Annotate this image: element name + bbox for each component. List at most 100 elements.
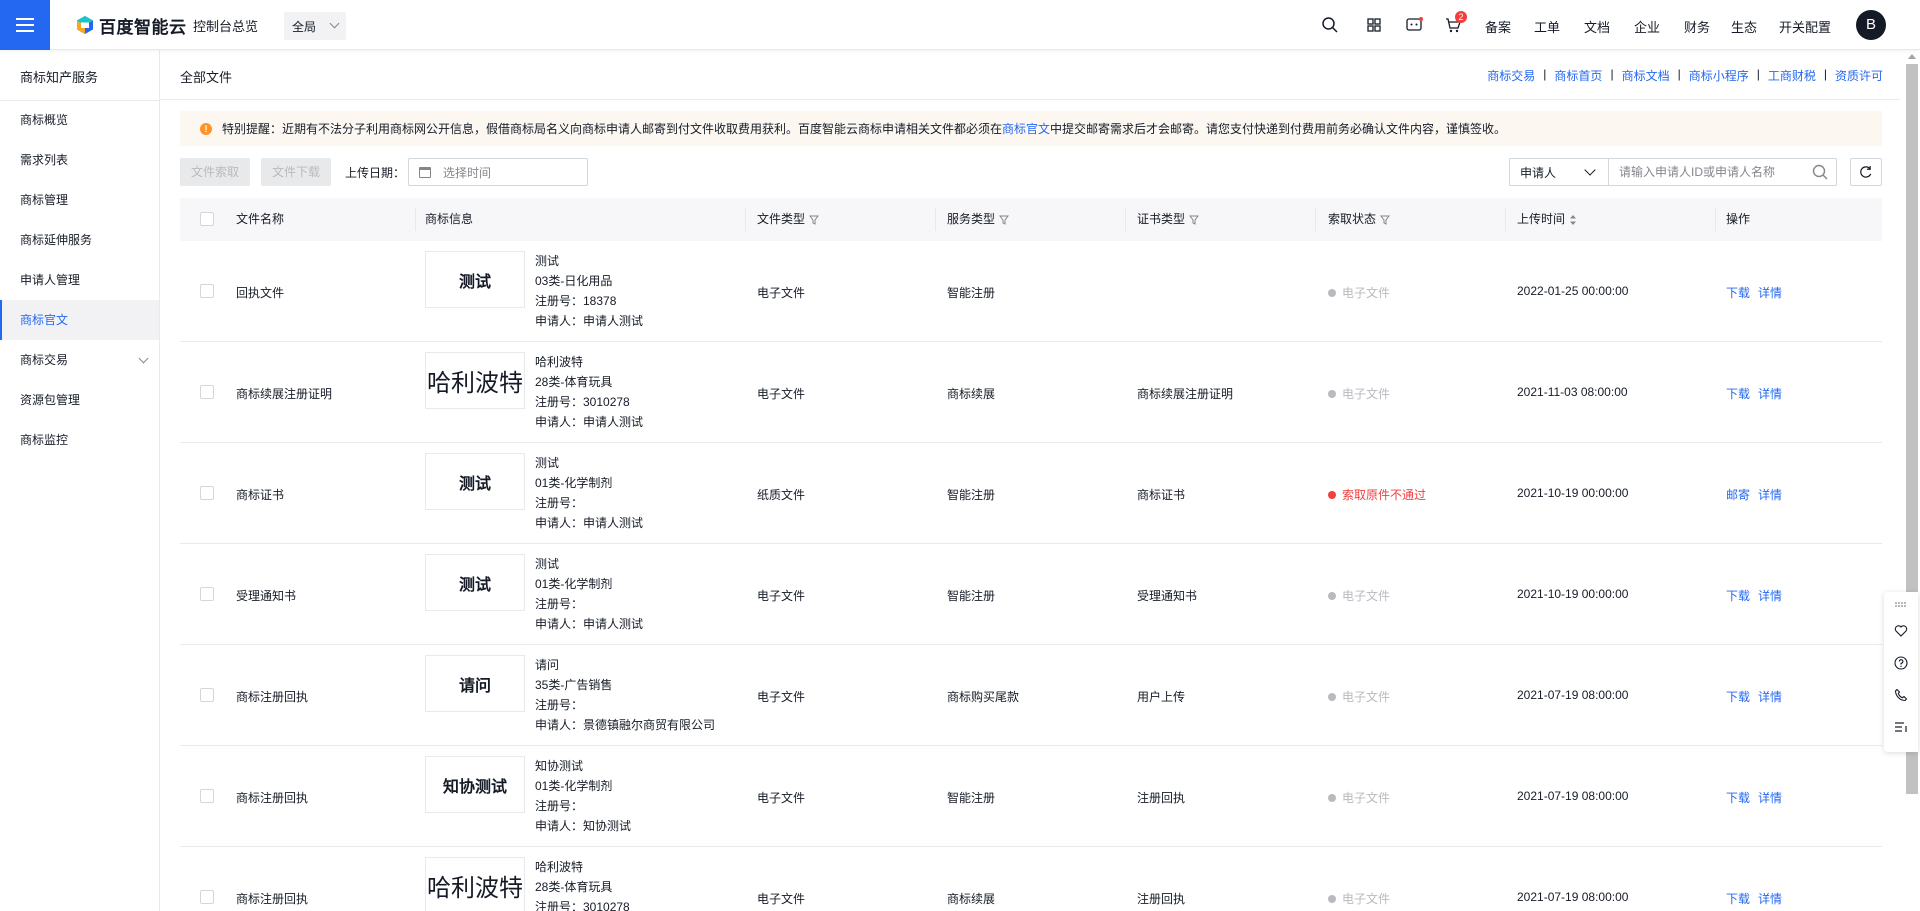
details-link[interactable]: 详情 <box>1758 789 1782 806</box>
table-row: 商标注册回执 哈利波特 哈利波特 28类-体育玩具 注册号：3010278 电子… <box>180 847 1882 911</box>
details-link[interactable]: 详情 <box>1758 890 1782 907</box>
help-icon[interactable] <box>1894 656 1908 670</box>
cart-badge: 2 <box>1455 11 1467 23</box>
date-picker[interactable]: 选择时间 <box>408 158 588 186</box>
primary-action-link[interactable]: 下载 <box>1726 284 1750 301</box>
nav-ecosystem[interactable]: 生态 <box>1731 17 1757 36</box>
heart-icon[interactable] <box>1894 624 1908 638</box>
sidebar-item-trademark-monitoring[interactable]: 商标监控 <box>0 420 159 460</box>
row-checkbox[interactable] <box>200 587 214 601</box>
sidebar-item-resource-packages[interactable]: 资源包管理 <box>0 380 159 420</box>
primary-action-link[interactable]: 下载 <box>1726 385 1750 402</box>
column-header-retrieval-status[interactable]: 索取状态 <box>1328 198 1391 241</box>
column-label: 证书类型 <box>1137 212 1186 226</box>
details-link[interactable]: 详情 <box>1758 587 1782 604</box>
certificate-type: 注册回执 <box>1137 892 1186 906</box>
drag-handle-icon[interactable] <box>1894 598 1908 612</box>
sidebar-item-applicant-management[interactable]: 申请人管理 <box>0 260 159 300</box>
retrieve-file-button[interactable]: 文件索取 <box>180 158 251 186</box>
quick-link-trading[interactable]: 商标交易 <box>1487 67 1535 84</box>
quick-link-docs[interactable]: 商标文档 <box>1622 67 1670 84</box>
refresh-icon[interactable] <box>1850 158 1882 186</box>
primary-action-link[interactable]: 下载 <box>1726 688 1750 705</box>
divider: | <box>1677 67 1681 81</box>
search-icon[interactable] <box>1320 15 1340 35</box>
column-header-actions: 操作 <box>1726 212 1751 226</box>
sidebar-item-overview[interactable]: 商标概览 <box>0 100 159 140</box>
sidebar-item-trademark-management[interactable]: 商标管理 <box>0 180 159 220</box>
trademark-image: 哈利波特 <box>425 857 525 911</box>
hamburger-menu-icon[interactable] <box>0 0 50 50</box>
filter-icon[interactable] <box>999 215 1010 225</box>
quick-link-home[interactable]: 商标首页 <box>1554 67 1602 84</box>
filter-icon[interactable] <box>1189 215 1200 225</box>
file-type: 电子文件 <box>757 892 806 906</box>
sidebar-item-official-documents[interactable]: 商标官文 <box>0 300 159 340</box>
select-all-checkbox[interactable] <box>200 212 214 226</box>
notice-text-after: 中提交邮寄需求后才会邮寄。请您支付快递到付费用前务必确认文件内容，谨慎签收。 <box>1050 122 1507 136</box>
trademark-name: 请问 <box>535 658 560 672</box>
column-header-service-type[interactable]: 服务类型 <box>947 198 1010 241</box>
details-link[interactable]: 详情 <box>1758 688 1782 705</box>
quick-link-mini-program[interactable]: 商标小程序 <box>1689 67 1749 84</box>
phone-icon[interactable] <box>1894 688 1908 702</box>
quick-link-business-tax[interactable]: 工商财税 <box>1768 67 1816 84</box>
notes-icon[interactable] <box>1894 720 1908 734</box>
primary-action-link[interactable]: 下载 <box>1726 789 1750 806</box>
primary-action-link[interactable]: 下载 <box>1726 890 1750 907</box>
sidebar-item-extension-services[interactable]: 商标延伸服务 <box>0 220 159 260</box>
avatar[interactable]: B <box>1856 10 1886 40</box>
notice-link-official-docs[interactable]: 商标官文 <box>1002 122 1050 136</box>
registration-number: 注册号：18378 <box>535 294 617 308</box>
sidebar-item-trademark-trading[interactable]: 商标交易 <box>0 340 159 380</box>
region-select[interactable]: 全局 <box>284 12 346 40</box>
nav-ticket[interactable]: 工单 <box>1534 17 1560 36</box>
primary-action-link[interactable]: 邮寄 <box>1726 486 1750 503</box>
column-header-certificate-type[interactable]: 证书类型 <box>1137 198 1200 241</box>
row-checkbox[interactable] <box>200 789 214 803</box>
details-link[interactable]: 详情 <box>1758 486 1782 503</box>
scroll-up-arrow-icon[interactable] <box>1908 54 1916 59</box>
message-icon[interactable] <box>1404 15 1424 35</box>
row-checkbox[interactable] <box>200 890 214 904</box>
quick-link-qualification[interactable]: 资质许可 <box>1835 67 1883 84</box>
search-type-select[interactable]: 申请人 <box>1510 159 1609 185</box>
trademark-class: 01类-化学制剂 <box>535 779 613 793</box>
row-checkbox[interactable] <box>200 284 214 298</box>
apps-icon[interactable] <box>1364 15 1384 35</box>
search-icon[interactable] <box>1806 159 1836 185</box>
trademark-image: 知协测试 <box>425 756 525 813</box>
column-header-upload-time[interactable]: 上传时间 <box>1517 198 1577 241</box>
nav-finance[interactable]: 财务 <box>1684 17 1710 36</box>
sidebar-item-demand-list[interactable]: 需求列表 <box>0 140 159 180</box>
file-type: 电子文件 <box>757 791 806 805</box>
brand-logo[interactable]: 百度智能云 <box>75 14 187 37</box>
status-badge: 索取原件不通过 <box>1328 486 1426 503</box>
trademark-class: 28类-体育玩具 <box>535 880 613 894</box>
details-link[interactable]: 详情 <box>1758 284 1782 301</box>
nav-switch-config[interactable]: 开关配置 <box>1779 17 1831 36</box>
filter-icon[interactable] <box>809 215 820 225</box>
console-overview-link[interactable]: 控制台总览 <box>193 16 258 35</box>
sidebar-item-label: 商标交易 <box>20 353 69 367</box>
nav-enterprise[interactable]: 企业 <box>1634 17 1660 36</box>
column-label: 文件类型 <box>757 212 806 226</box>
trademark-class: 01类-化学制剂 <box>535 476 613 490</box>
service-type: 商标续展 <box>947 892 996 906</box>
nav-icp-filing[interactable]: 备案 <box>1485 17 1511 36</box>
row-checkbox[interactable] <box>200 385 214 399</box>
primary-action-link[interactable]: 下载 <box>1726 587 1750 604</box>
details-link[interactable]: 详情 <box>1758 385 1782 402</box>
download-file-button[interactable]: 文件下载 <box>261 158 332 186</box>
nav-docs[interactable]: 文档 <box>1584 17 1610 36</box>
sort-icon[interactable] <box>1569 214 1577 226</box>
registration-number: 注册号： <box>535 799 584 813</box>
trademark-class: 01类-化学制剂 <box>535 577 613 591</box>
status-text: 电子文件 <box>1342 589 1391 603</box>
trademark-image-text: 哈利波特 <box>427 369 523 397</box>
search-input[interactable] <box>1609 159 1806 185</box>
filter-icon[interactable] <box>1380 215 1391 225</box>
row-checkbox[interactable] <box>200 688 214 702</box>
column-header-file-type[interactable]: 文件类型 <box>757 198 820 241</box>
row-checkbox[interactable] <box>200 486 214 500</box>
